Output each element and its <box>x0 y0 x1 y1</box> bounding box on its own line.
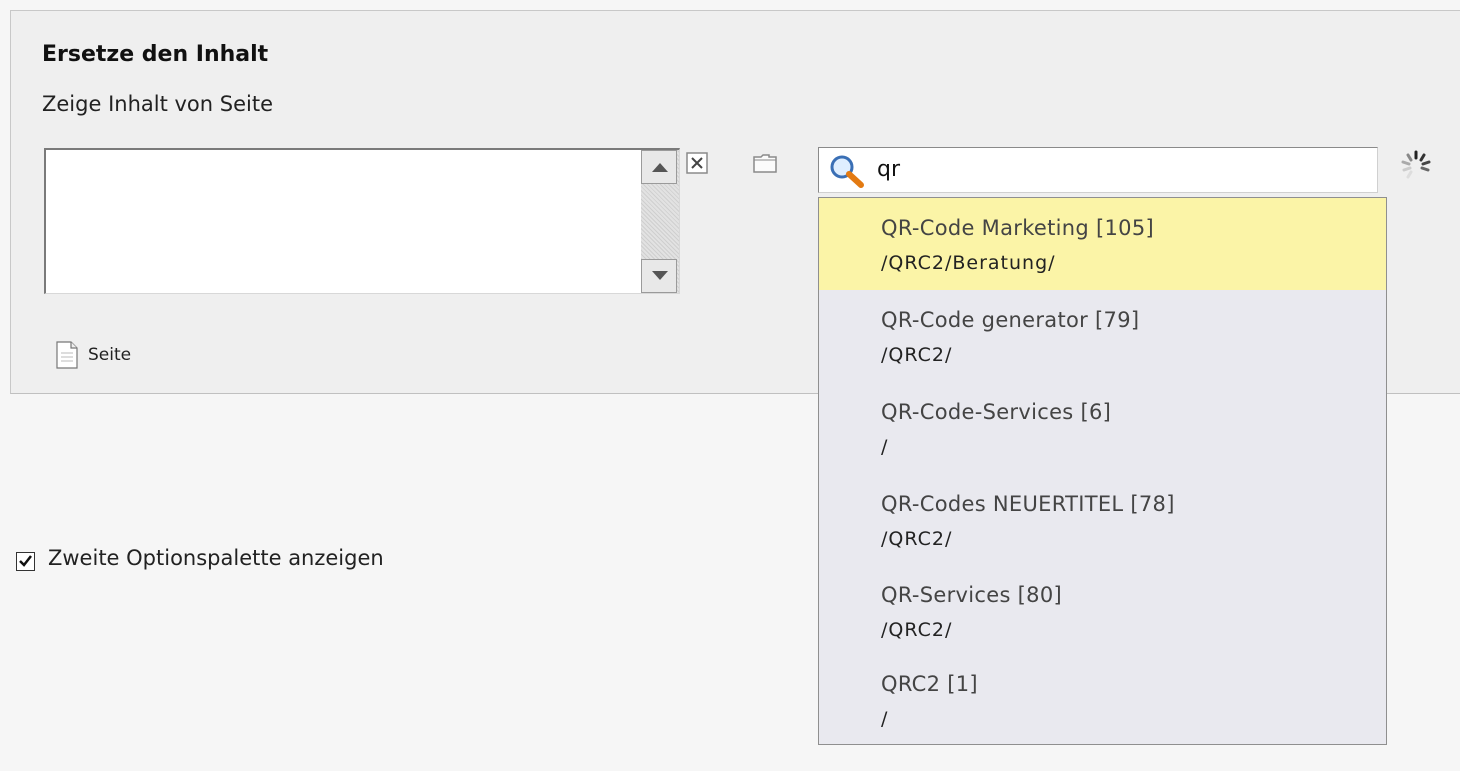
result-item[interactable]: QR-Code-Services [6] / <box>819 382 1386 474</box>
result-title: QR-Code-Services [6] <box>881 400 1112 424</box>
result-path: / <box>881 436 889 458</box>
checkmark-icon <box>19 555 32 567</box>
result-path: /QRC2/ <box>881 619 953 641</box>
search-query: qr <box>877 157 901 182</box>
arrow-up-icon <box>652 163 668 172</box>
result-title: QRC2 [1] <box>881 672 978 696</box>
second-options-checkbox[interactable] <box>16 552 35 571</box>
scroll-up-button[interactable] <box>641 150 677 184</box>
magnifier-icon <box>830 155 864 188</box>
field-label: Zeige Inhalt von Seite <box>42 92 273 116</box>
result-item[interactable]: QR-Codes NEUERTITEL [78] /QRC2/ <box>819 474 1386 566</box>
scrollbar[interactable] <box>641 150 679 293</box>
section-title: Ersetze den Inhalt <box>42 42 269 67</box>
result-item[interactable]: QR-Code Marketing [105] /QRC2/Beratung/ <box>819 198 1386 290</box>
result-item[interactable]: QR-Services [80] /QRC2/ <box>819 565 1386 657</box>
search-results-dropdown: QR-Code Marketing [105] /QRC2/Beratung/ … <box>818 197 1387 745</box>
result-path: / <box>881 708 889 730</box>
result-title: QR-Code generator [79] <box>881 308 1140 332</box>
result-title: QR-Codes NEUERTITEL [78] <box>881 492 1175 516</box>
folder-icon <box>753 154 777 173</box>
spinner-icon <box>1401 150 1431 179</box>
result-item[interactable]: QR-Code generator [79] /QRC2/ <box>819 290 1386 382</box>
second-options-label[interactable]: Zweite Optionspalette anzeigen <box>48 546 384 570</box>
result-title: QR-Code Marketing [105] <box>881 216 1154 240</box>
result-path: /QRC2/ <box>881 344 953 366</box>
clear-button[interactable] <box>686 152 708 178</box>
result-path: /QRC2/Beratung/ <box>881 252 1056 274</box>
search-input[interactable]: qr <box>818 147 1378 193</box>
record-type-label: Seite <box>56 341 131 369</box>
result-path: /QRC2/ <box>881 528 953 550</box>
result-item[interactable]: QRC2 [1] / <box>819 654 1386 746</box>
record-type-text: Seite <box>88 345 132 365</box>
selected-records-box[interactable] <box>44 148 680 294</box>
browse-button[interactable] <box>752 152 778 178</box>
close-icon <box>686 152 708 174</box>
scroll-down-button[interactable] <box>641 259 677 293</box>
result-title: QR-Services [80] <box>881 583 1062 607</box>
arrow-down-icon <box>652 271 668 280</box>
page-icon <box>56 341 78 369</box>
